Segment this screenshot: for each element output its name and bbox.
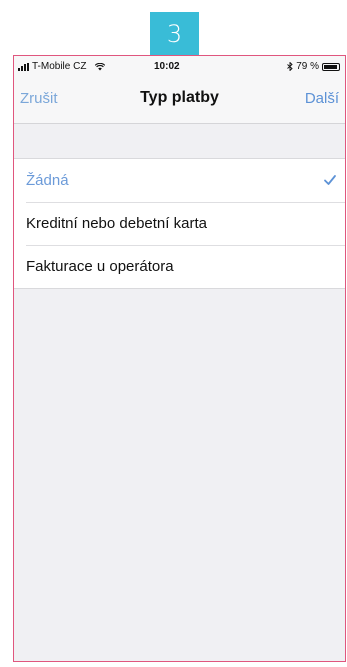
section-spacer: [14, 124, 345, 158]
empty-background: [14, 289, 345, 661]
carrier-name: T-Mobile CZ: [32, 61, 87, 72]
signal-icon: [18, 62, 29, 71]
payment-option-card[interactable]: Kreditní nebo debetní karta: [14, 202, 345, 245]
payment-option-none[interactable]: Žádná: [14, 159, 345, 202]
step-number-badge: 3: [150, 12, 199, 56]
battery-percentage: 79 %: [296, 61, 319, 72]
phone-screen: T-Mobile CZ 10:02 79 % Zrušit Typ platby…: [13, 55, 346, 662]
battery-fill: [324, 64, 337, 69]
status-right: 79 %: [287, 61, 340, 72]
checkmark-icon: [324, 175, 336, 185]
payment-option-label: Kreditní nebo debetní karta: [26, 215, 207, 232]
payment-option-label: Žádná: [26, 172, 69, 189]
status-left: T-Mobile CZ: [18, 61, 106, 72]
status-bar: T-Mobile CZ 10:02 79 %: [14, 56, 345, 78]
next-button[interactable]: Další: [305, 90, 339, 107]
bluetooth-icon: [287, 62, 293, 71]
wifi-icon: [95, 62, 106, 70]
payment-option-carrier-billing[interactable]: Fakturace u operátora: [14, 245, 345, 288]
battery-icon: [322, 62, 340, 71]
page-title: Typ platby: [140, 89, 219, 106]
payment-type-list: Žádná Kreditní nebo debetní karta Faktur…: [14, 158, 345, 289]
status-time: 10:02: [154, 61, 180, 72]
payment-option-label: Fakturace u operátora: [26, 258, 174, 275]
navigation-bar: Zrušit Typ platby Další: [14, 78, 345, 124]
